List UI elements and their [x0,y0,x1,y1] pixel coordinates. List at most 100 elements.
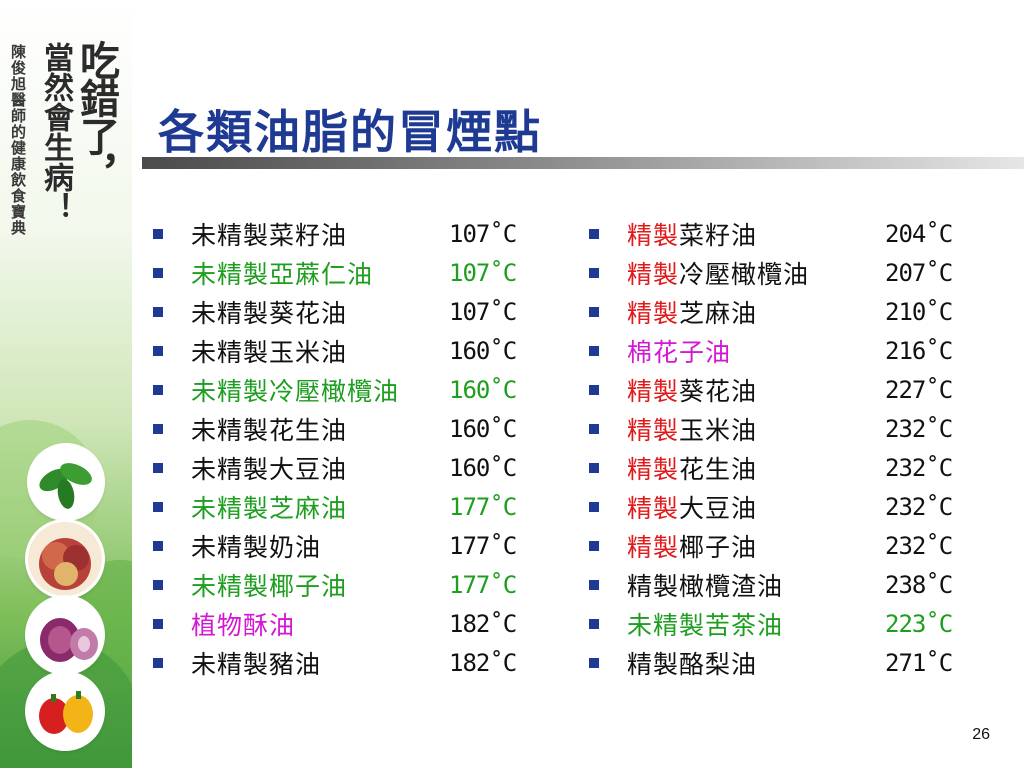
oil-name: 未精製椰子油 [191,571,348,601]
list-item: 精製冷壓橄欖油 207˚C [586,253,953,292]
book-title-sub: 當然會生病！ [38,42,73,222]
oil-name: 精製菜籽油 [627,216,885,252]
smoke-point: 216˚C [885,336,953,365]
list-item: 精製椰子油 232˚C [586,526,953,565]
oil-name: 精製花生油 [627,450,885,486]
unrefined-oils-list: 未精製菜籽油 107˚C 未精製亞蔴仁油 107˚C 未精製葵花油 107˚C … [150,214,517,682]
oil-name-text: 冷壓橄欖油 [679,259,810,289]
smoke-point: 177˚C [449,531,517,560]
title-underline-bar [142,157,1024,169]
smoke-point: 232˚C [885,453,953,482]
list-item: 未精製菜籽油 107˚C [150,214,517,253]
oil-name: 精製酪梨油 [627,649,758,679]
list-item: 精製花生油 232˚C [586,448,953,487]
square-bullet-icon [589,618,599,629]
oil-name: 未精製葵花油 [191,298,348,328]
square-bullet-icon [153,345,163,356]
smoke-point: 207˚C [885,258,953,287]
smoke-point: 182˚C [449,609,517,638]
list-item: 棉花子油 216˚C [586,331,953,370]
square-bullet-icon [153,501,163,512]
oil-name: 精製葵花油 [627,372,885,408]
oil-name: 精製椰子油 [627,528,885,564]
oil-name: 棉花子油 [627,337,732,367]
smoke-point: 107˚C [449,258,517,287]
smoke-point: 223˚C [885,609,953,638]
square-bullet-icon [589,501,599,512]
square-bullet-icon [153,306,163,317]
list-item: 未精製玉米油 160˚C [150,331,517,370]
oil-name: 未精製亞蔴仁油 [191,259,374,289]
square-bullet-icon [589,384,599,395]
list-item: 未精製芝麻油 177˚C [150,487,517,526]
square-bullet-icon [589,345,599,356]
square-bullet-icon [153,618,163,629]
square-bullet-icon [153,267,163,278]
square-bullet-icon [153,384,163,395]
refined-prefix: 精製 [627,493,680,523]
square-bullet-icon [589,267,599,278]
smoke-point: 160˚C [449,414,517,443]
smoke-point: 227˚C [885,375,953,404]
book-banner: 吃錯了， 當然會生病！ 陳俊旭醫師的健康飲食寶典 [0,0,132,768]
list-item: 未精製大豆油 160˚C [150,448,517,487]
smoke-point: 160˚C [449,375,517,404]
oil-name: 未精製大豆油 [191,454,348,484]
smoke-point: 238˚C [885,570,953,599]
list-item: 精製酪梨油 271˚C [586,643,953,682]
smoke-point: 271˚C [885,648,953,677]
oil-name: 植物酥油 [191,610,296,640]
square-bullet-icon [589,657,599,668]
list-item: 精製大豆油 232˚C [586,487,953,526]
bell-pepper-image [28,674,102,748]
smoke-point: 232˚C [885,531,953,560]
smoke-point: 160˚C [449,336,517,365]
list-item: 未精製花生油 160˚C [150,409,517,448]
smoke-point: 160˚C [449,453,517,482]
oil-name: 未精製冷壓橄欖油 [191,376,400,406]
oil-name: 未精製菜籽油 [191,220,348,250]
slide-title: 各類油脂的冒煙點 [158,105,542,159]
oil-name-text: 菜籽油 [679,220,758,250]
refined-prefix: 精製 [627,259,680,289]
square-bullet-icon [153,540,163,551]
smoke-point: 107˚C [449,219,517,248]
smoke-point: 182˚C [449,648,517,677]
book-title-main: 吃錯了， [73,40,120,192]
smoke-point: 210˚C [885,297,953,326]
oil-name: 精製玉米油 [627,411,885,447]
square-bullet-icon [153,462,163,473]
oil-name: 精製冷壓橄欖油 [627,255,885,291]
smoke-point: 107˚C [449,297,517,326]
refined-prefix: 精製 [627,532,680,562]
oil-name: 未精製苦茶油 [627,610,784,640]
refined-oils-list: 精製菜籽油 204˚C 精製冷壓橄欖油 207˚C 精製芝麻油 210˚C 棉花… [586,214,953,682]
oil-name-text: 大豆油 [679,493,758,523]
square-bullet-icon [589,228,599,239]
list-item: 未精製豬油 182˚C [150,643,517,682]
smoke-point: 232˚C [885,492,953,521]
oil-name-text: 花生油 [679,454,758,484]
oil-name: 精製橄欖渣油 [627,571,784,601]
oil-name-text: 葵花油 [679,376,758,406]
refined-prefix: 精製 [627,376,680,406]
list-item: 未精製葵花油 107˚C [150,292,517,331]
square-bullet-icon [153,657,163,668]
smoke-point: 177˚C [449,570,517,599]
list-item: 精製芝麻油 210˚C [586,292,953,331]
list-item: 未精製亞蔴仁油 107˚C [150,253,517,292]
square-bullet-icon [589,579,599,590]
list-item: 未精製冷壓橄欖油 160˚C [150,370,517,409]
list-item: 未精製苦茶油 223˚C [586,604,953,643]
book-author-line: 陳俊旭醫師的健康飲食寶典 [9,44,27,236]
square-bullet-icon [589,423,599,434]
refined-prefix: 精製 [627,220,680,250]
list-item: 精製菜籽油 204˚C [586,214,953,253]
oil-name-text: 椰子油 [679,532,758,562]
oil-name: 未精製奶油 [191,532,322,562]
list-item: 未精製椰子油 177˚C [150,565,517,604]
square-bullet-icon [153,228,163,239]
list-item: 精製橄欖渣油 238˚C [586,565,953,604]
refined-prefix: 精製 [627,454,680,484]
oil-name: 未精製玉米油 [191,337,348,367]
